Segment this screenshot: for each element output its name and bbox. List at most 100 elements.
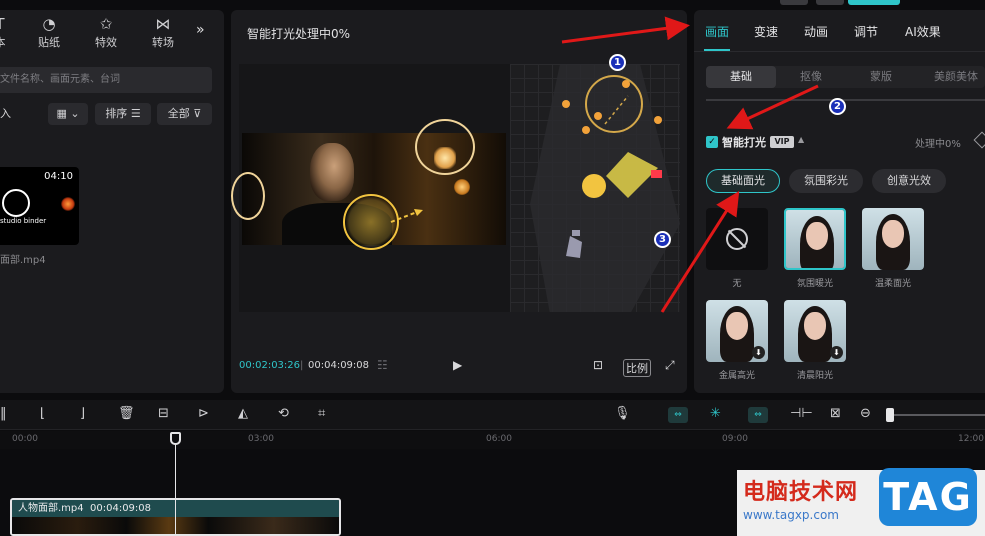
scene-lights-canvas	[530, 64, 680, 312]
tab-animation[interactable]: 动画	[804, 23, 828, 40]
category-sticker[interactable]: ◔ 贴纸	[27, 14, 71, 50]
thumbnail-toggle-icon[interactable]: ⊠	[830, 406, 841, 421]
preset-face	[806, 222, 828, 250]
export-button[interactable]	[848, 0, 900, 5]
smart-light-label: 智能打光	[722, 136, 766, 149]
smart-light-checkbox[interactable]: ✓	[706, 136, 718, 148]
subtab-mask[interactable]: 蒙版	[846, 66, 916, 88]
rotate-icon[interactable]: ⟲	[278, 406, 289, 421]
inspector-tabs: 画面 变速 动画 调节 AI效果	[694, 10, 985, 52]
timeline-ruler[interactable]: 00:00 03:00 06:00 09:00 12:00	[0, 431, 985, 449]
play-button[interactable]: ▶	[453, 358, 462, 372]
watermark-url: www.tagxp.com	[743, 508, 839, 522]
fullscreen-icon[interactable]: ⤢	[665, 358, 675, 373]
sort-icon: ☰	[130, 107, 141, 120]
trim-right-icon[interactable]: ⌋	[80, 406, 85, 421]
microphone-icon[interactable]: 🎙	[614, 406, 631, 421]
filter-icon: ⊽	[193, 107, 202, 120]
light-scene-editor[interactable]	[510, 64, 680, 312]
keyframe-icon[interactable]	[973, 131, 985, 149]
import-label: 入	[0, 107, 11, 120]
delete-icon[interactable]: 🗑	[118, 406, 135, 421]
subtab-basic[interactable]: 基础	[706, 66, 776, 88]
pill-ambient-color-light[interactable]: 氛围彩光	[789, 169, 863, 193]
subtab-beauty[interactable]: 美颜美体	[916, 66, 985, 88]
ruler-tick: 12:00	[958, 434, 984, 444]
main-track-magnet-icon[interactable]: ⇔	[668, 407, 688, 423]
preview-axis-icon[interactable]: ⊣⊢	[790, 406, 813, 421]
preset-metal-highlight[interactable]: ⬇	[706, 300, 768, 362]
playhead[interactable]	[175, 433, 176, 536]
crop-icon[interactable]: ⌗	[318, 406, 325, 421]
search-input[interactable]: 文件名称、画面元素、台词	[0, 67, 212, 93]
media-duration: 04:10	[44, 171, 73, 182]
timeline-toolbar: ‖ ⌊ ⌋ 🗑 ⊟ ⊳ ◭ ⟲ ⌗ 🎙 ⇔ ✳ ⇔ ⊣⊢ ⊠ ⊖	[0, 400, 985, 430]
category-bar: T 本 ◔ 贴纸 ✩ 特效 ⋈ 转场 »	[0, 10, 224, 54]
light-ring[interactable]	[415, 119, 475, 175]
active-tab-indicator	[704, 49, 730, 51]
preset-label: 温柔面光	[874, 279, 911, 289]
split-icon[interactable]: ‖	[0, 406, 7, 421]
time-separator: |	[300, 360, 304, 371]
mirror-icon[interactable]: ◭	[238, 406, 248, 421]
ratio-button[interactable]: 比例	[623, 359, 651, 377]
preset-face	[726, 312, 748, 340]
category-label: 转场	[152, 36, 174, 49]
preset-face	[804, 312, 826, 340]
background-lamp	[454, 179, 470, 195]
total-time: 00:04:09:08	[308, 360, 370, 371]
preset-none[interactable]	[706, 208, 768, 270]
subject-face	[310, 143, 354, 201]
video-preview[interactable]	[231, 64, 510, 312]
download-icon[interactable]: ⬇	[752, 346, 765, 359]
tab-adjust[interactable]: 调节	[854, 23, 878, 40]
tab-picture[interactable]: 画面	[705, 23, 729, 40]
subtab-cutout[interactable]: 抠像	[776, 66, 846, 88]
pill-creative-light[interactable]: 创意光效	[872, 169, 946, 193]
import-button[interactable]: 入	[0, 103, 11, 125]
filter-button[interactable]: 全部 ⊽	[157, 103, 212, 125]
media-filename: 面部.mp4	[0, 255, 46, 266]
category-text[interactable]: T 本	[0, 14, 22, 50]
preset-label: 金属高光	[718, 371, 755, 381]
category-label: 本	[0, 36, 6, 49]
tab-speed[interactable]: 变速	[754, 23, 778, 40]
sort-button[interactable]: 排序 ☰	[95, 103, 151, 125]
timecode-grid-icon[interactable]: ☷	[377, 358, 388, 372]
playhead-handle[interactable]	[170, 432, 181, 445]
zoom-slider-track[interactable]	[890, 414, 985, 416]
app-window: T 本 ◔ 贴纸 ✩ 特效 ⋈ 转场 » 文件名称、画面元素、台词 入 ▦ ⌄ …	[0, 0, 985, 536]
inspector-panel: 画面 变速 动画 调节 AI效果 基础 抠像 蒙版 美颜美体 ✓ 智能打光 VI…	[694, 10, 985, 393]
ruler-tick: 06:00	[486, 434, 512, 444]
light-ring[interactable]	[231, 172, 265, 220]
top-button[interactable]	[816, 0, 844, 5]
preset-morning-sun[interactable]: ⬇	[784, 300, 846, 362]
media-thumbnail[interactable]: studio binder 04:10	[0, 167, 79, 245]
reverse-icon[interactable]: ⊳	[198, 406, 209, 421]
tab-ai-effects[interactable]: AI效果	[905, 23, 941, 40]
zoom-out-icon[interactable]: ⊖	[860, 406, 871, 421]
download-icon[interactable]: ⬇	[830, 346, 843, 359]
linkage-icon[interactable]: ⇔	[748, 407, 768, 423]
screenshot-icon[interactable]: ⊡	[593, 358, 603, 372]
zoom-slider-handle[interactable]	[886, 408, 894, 422]
preset-label: 氛围暖光	[796, 279, 833, 289]
freeze-icon[interactable]: ⊟	[158, 406, 169, 421]
pill-basic-face-light[interactable]: 基础面光	[706, 169, 780, 193]
player-title: 智能打光处理中0%	[247, 27, 351, 41]
more-categories-icon[interactable]: »	[196, 22, 205, 38]
preset-warm-ambient[interactable]	[784, 208, 846, 270]
category-label: 贴纸	[38, 36, 60, 49]
brand-logo-icon	[2, 189, 30, 217]
annotation-badge: 2	[829, 98, 846, 115]
collapse-caret-icon[interactable]: ▲	[798, 135, 804, 144]
auto-snap-icon[interactable]: ✳	[710, 406, 721, 421]
top-button[interactable]	[780, 0, 808, 5]
category-transition[interactable]: ⋈ 转场	[141, 14, 185, 50]
ruler-tick: 03:00	[248, 434, 274, 444]
trim-left-icon[interactable]: ⌊	[40, 406, 45, 421]
preset-label: 无	[732, 279, 742, 289]
category-effects[interactable]: ✩ 特效	[84, 14, 128, 50]
preset-soft-face[interactable]	[862, 208, 924, 270]
view-mode-button[interactable]: ▦ ⌄	[48, 103, 88, 125]
